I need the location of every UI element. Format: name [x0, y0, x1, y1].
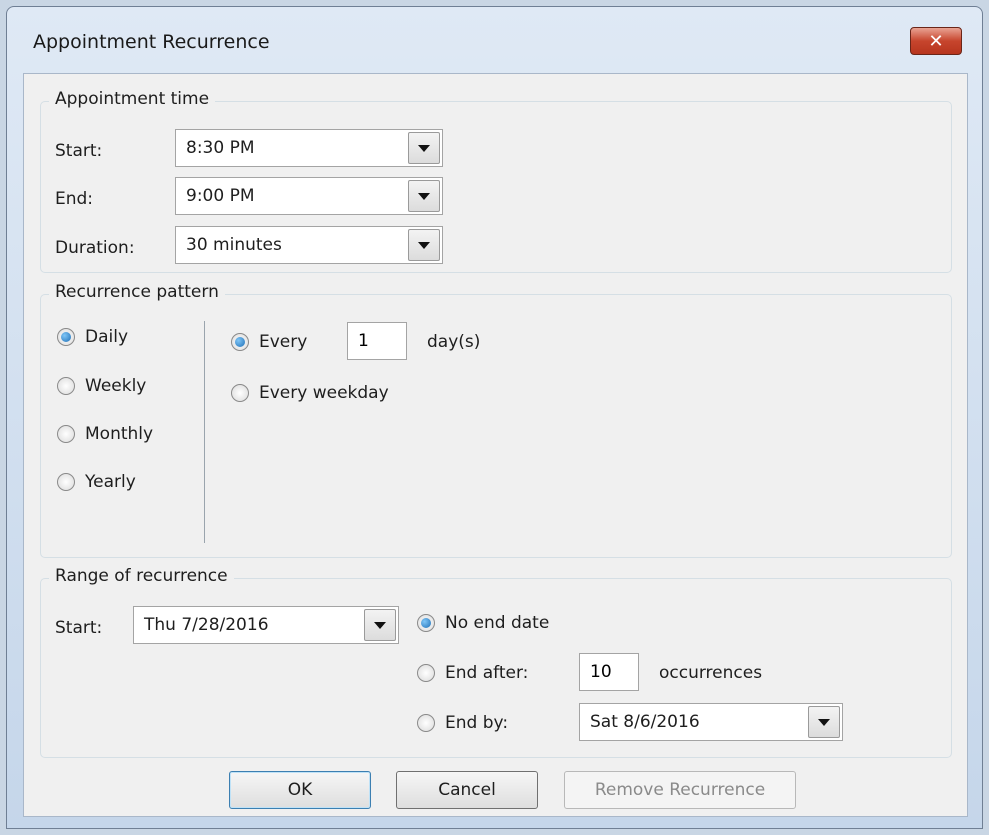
- radio-daily[interactable]: Daily: [57, 327, 128, 347]
- radio-unselected-icon: [57, 473, 75, 491]
- appointment-time-label: Appointment time: [49, 89, 216, 109]
- end-time-dropdown-button[interactable]: [408, 180, 440, 212]
- dialog-window: Appointment Recurrence ✕ Appointment tim…: [6, 6, 983, 829]
- cancel-button[interactable]: Cancel: [396, 771, 538, 809]
- range-start-combo[interactable]: Thu 7/28/2016: [133, 606, 399, 644]
- radio-unselected-icon: [57, 425, 75, 443]
- end-time-combo[interactable]: 9:00 PM: [175, 177, 443, 215]
- duration-label: Duration:: [55, 238, 135, 258]
- chevron-down-icon: [418, 144, 430, 152]
- chevron-down-icon: [818, 718, 830, 726]
- radio-monthly-label: Monthly: [85, 424, 154, 444]
- pattern-divider: [204, 321, 205, 543]
- every-days-field[interactable]: [348, 323, 406, 359]
- occurrences-label: occurrences: [659, 663, 763, 683]
- start-time-combo[interactable]: 8:30 PM: [175, 129, 443, 167]
- every-label: Every: [259, 332, 308, 352]
- end-after-label: End after:: [445, 663, 529, 683]
- radio-end-by[interactable]: End by:: [417, 713, 508, 733]
- chevron-down-icon: [374, 621, 386, 629]
- start-time-value: 8:30 PM: [186, 138, 255, 158]
- end-by-combo[interactable]: Sat 8/6/2016: [579, 703, 843, 741]
- radio-end-after[interactable]: End after:: [417, 663, 528, 683]
- radio-selected-icon: [231, 333, 249, 351]
- ok-button[interactable]: OK: [229, 771, 371, 809]
- chevron-down-icon: [418, 241, 430, 249]
- range-start-label: Start:: [55, 618, 103, 638]
- end-after-field[interactable]: [580, 654, 638, 690]
- duration-value: 30 minutes: [186, 235, 282, 255]
- recurrence-pattern-group: Recurrence pattern Daily Weekly Monthly …: [40, 282, 952, 558]
- radio-daily-label: Daily: [85, 327, 129, 347]
- every-weekday-label: Every weekday: [259, 383, 389, 403]
- range-of-recurrence-label: Range of recurrence: [49, 566, 234, 586]
- radio-unselected-icon: [231, 384, 249, 402]
- end-time-value: 9:00 PM: [186, 186, 255, 206]
- start-time-label: Start:: [55, 141, 103, 161]
- radio-weekly[interactable]: Weekly: [57, 376, 146, 396]
- range-start-dropdown-button[interactable]: [364, 609, 396, 641]
- days-unit-label: day(s): [427, 332, 481, 352]
- duration-dropdown-button[interactable]: [408, 229, 440, 261]
- dialog-body: Appointment time Start: 8:30 PM End: 9:0…: [23, 73, 968, 817]
- radio-weekly-label: Weekly: [85, 376, 147, 396]
- range-of-recurrence-group: Range of recurrence Start: Thu 7/28/2016…: [40, 566, 952, 758]
- duration-combo[interactable]: 30 minutes: [175, 226, 443, 264]
- close-button[interactable]: ✕: [910, 27, 962, 55]
- radio-every-weekday[interactable]: Every weekday: [231, 383, 389, 403]
- radio-selected-icon: [57, 328, 75, 346]
- every-days-input[interactable]: [347, 322, 407, 360]
- radio-selected-icon: [417, 614, 435, 632]
- radio-yearly[interactable]: Yearly: [57, 472, 136, 492]
- radio-unselected-icon: [417, 664, 435, 682]
- no-end-date-label: No end date: [445, 613, 550, 633]
- title-bar[interactable]: Appointment Recurrence ✕: [7, 7, 982, 73]
- radio-unselected-icon: [57, 377, 75, 395]
- recurrence-pattern-label: Recurrence pattern: [49, 282, 225, 302]
- remove-recurrence-button[interactable]: Remove Recurrence: [564, 771, 796, 809]
- dialog-title: Appointment Recurrence: [33, 31, 270, 53]
- end-after-input[interactable]: [579, 653, 639, 691]
- range-start-value: Thu 7/28/2016: [144, 615, 269, 635]
- radio-no-end-date[interactable]: No end date: [417, 613, 549, 633]
- chevron-down-icon: [418, 192, 430, 200]
- radio-yearly-label: Yearly: [85, 472, 136, 492]
- close-icon: ✕: [928, 30, 944, 52]
- radio-unselected-icon: [417, 714, 435, 732]
- end-by-dropdown-button[interactable]: [808, 706, 840, 738]
- radio-every-n-days[interactable]: Every: [231, 332, 307, 352]
- end-time-label: End:: [55, 189, 94, 209]
- start-time-dropdown-button[interactable]: [408, 132, 440, 164]
- appointment-time-group: Appointment time Start: 8:30 PM End: 9:0…: [40, 89, 952, 273]
- radio-monthly[interactable]: Monthly: [57, 424, 153, 444]
- end-by-value: Sat 8/6/2016: [590, 712, 700, 732]
- end-by-label: End by:: [445, 713, 509, 733]
